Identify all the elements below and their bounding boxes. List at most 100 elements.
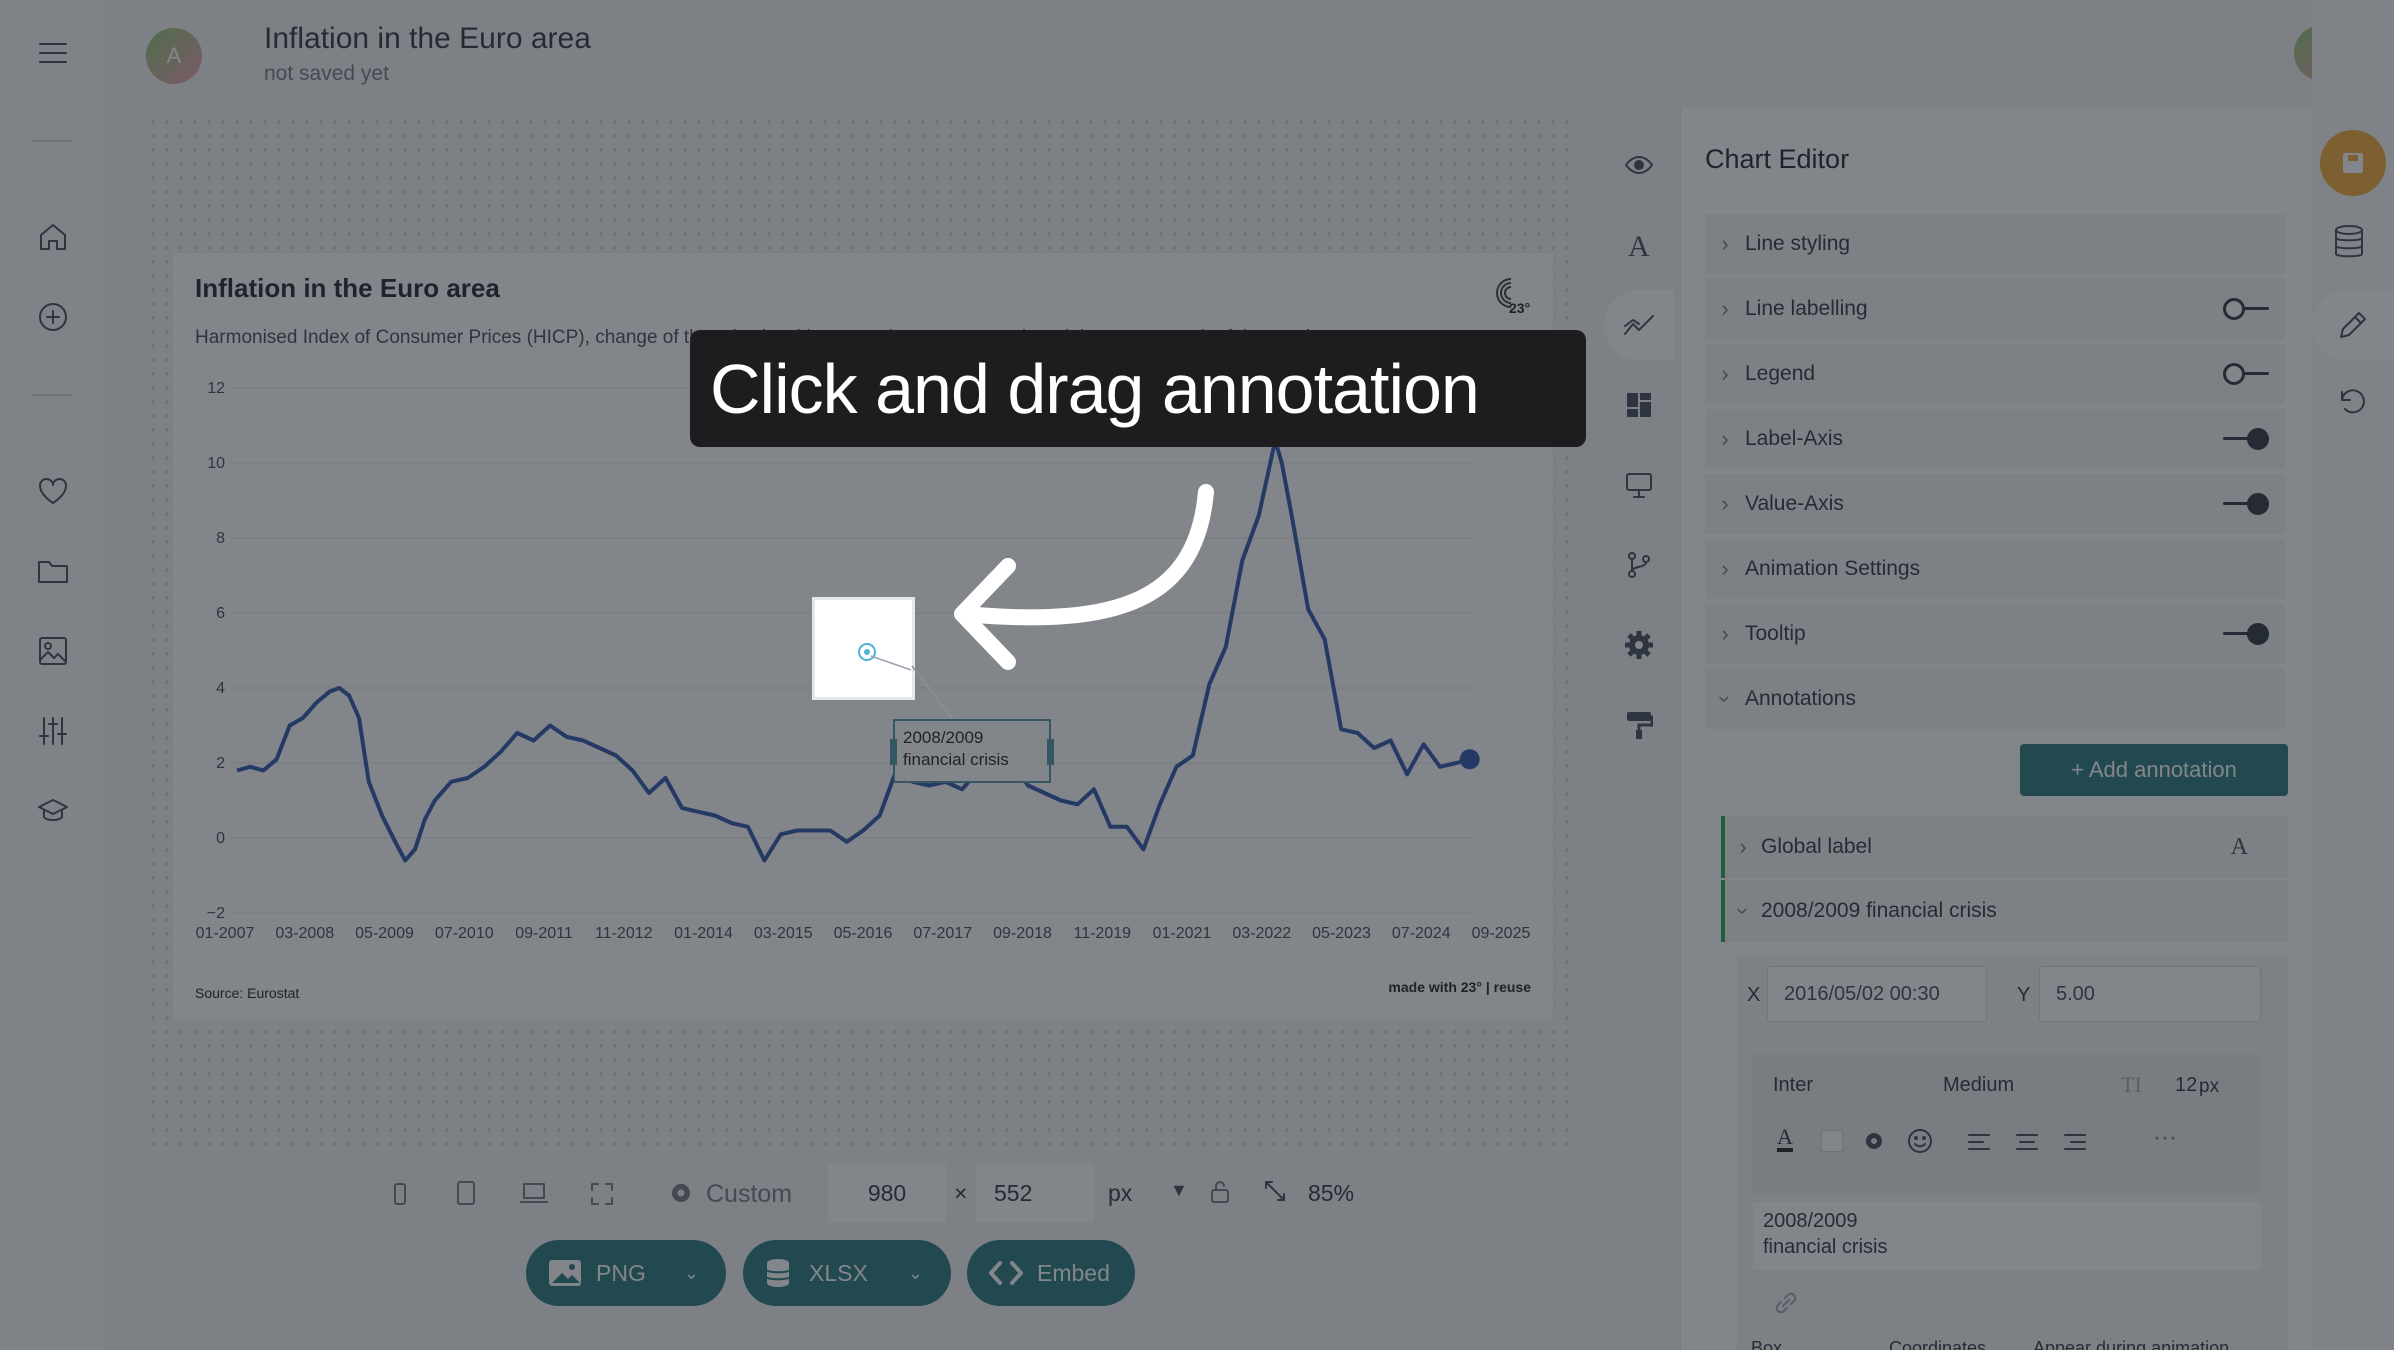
typography-icon[interactable]: A bbox=[1604, 210, 1674, 280]
annotation-item-row[interactable]: › 2008/2009 financial crisis bbox=[1721, 880, 2288, 942]
svg-text:A: A bbox=[1628, 231, 1650, 259]
chart-line-icon[interactable] bbox=[1604, 290, 1674, 360]
png-label: PNG bbox=[596, 1259, 646, 1286]
layout-icon[interactable] bbox=[1604, 370, 1674, 440]
tab-appear-during-animation[interactable]: Appear during animation bbox=[2033, 1338, 2229, 1350]
save-disk-icon bbox=[2343, 153, 2363, 173]
tablet-size-icon[interactable] bbox=[456, 1180, 476, 1211]
chart-source: Source: Eurostat bbox=[195, 985, 300, 1001]
unlock-icon[interactable] bbox=[1210, 1180, 1230, 1209]
menu-icon[interactable] bbox=[28, 28, 78, 78]
settings-gear-icon[interactable] bbox=[1863, 1130, 1885, 1157]
editor-section-annotations[interactable]: › Annotations bbox=[1705, 669, 2285, 731]
chevron-down-icon[interactable]: ⌄ bbox=[684, 1263, 699, 1284]
folder-icon[interactable] bbox=[28, 546, 78, 596]
heart-icon[interactable] bbox=[28, 466, 78, 516]
typography-small-icon[interactable]: A bbox=[2231, 834, 2248, 861]
chevron-down-icon[interactable]: ⌄ bbox=[908, 1263, 923, 1284]
annotation-line-1: 2008/2009 bbox=[903, 728, 984, 747]
xlsx-export-button[interactable]: XLSX ⌄ bbox=[743, 1240, 951, 1306]
editor-section-animation-settings[interactable]: › Animation Settings bbox=[1705, 539, 2285, 601]
annotation-resize-handle-left[interactable] bbox=[890, 739, 897, 765]
sliders-icon[interactable] bbox=[28, 706, 78, 756]
database-icon bbox=[766, 1259, 790, 1287]
fit-zoom-icon[interactable] bbox=[1264, 1180, 1286, 1207]
more-options-icon[interactable]: ··· bbox=[2153, 1124, 2177, 1152]
preset-select[interactable]: Custom bbox=[706, 1180, 792, 1209]
pencil-edit-icon[interactable] bbox=[2312, 290, 2394, 360]
unit-select[interactable]: px bbox=[1108, 1180, 1132, 1207]
home-icon[interactable] bbox=[28, 212, 78, 262]
settings-gear-icon[interactable] bbox=[1604, 610, 1674, 680]
zoom-level[interactable]: 85% bbox=[1308, 1180, 1354, 1207]
y-tick-label: 6 bbox=[216, 605, 225, 622]
chevron-down-icon[interactable]: ▼ bbox=[1170, 1180, 1188, 1201]
height-input[interactable]: 552 bbox=[976, 1164, 1094, 1222]
embed-label: Embed bbox=[1037, 1259, 1110, 1286]
x-tick-label: 01-2021 bbox=[1153, 925, 1212, 942]
chevron-right-icon: › bbox=[1721, 426, 1729, 451]
chart-editor-panel: Chart Editor › Line styling › Line labellin… bbox=[1680, 108, 2312, 1350]
font-weight-select[interactable]: Medium bbox=[1943, 1074, 2014, 1097]
preview-eye-icon[interactable] bbox=[1604, 130, 1674, 200]
image-icon[interactable] bbox=[28, 626, 78, 676]
fullscreen-icon[interactable] bbox=[590, 1182, 614, 1211]
x-tick-label: 01-2014 bbox=[674, 925, 733, 942]
png-export-button[interactable]: PNG ⌄ bbox=[526, 1240, 726, 1306]
embed-button[interactable]: Embed bbox=[967, 1240, 1135, 1306]
width-input[interactable]: 980 bbox=[828, 1164, 946, 1222]
chevron-down-icon: › bbox=[1731, 907, 1756, 915]
project-avatar[interactable]: A bbox=[146, 28, 202, 84]
editor-section-line-styling[interactable]: › Line styling bbox=[1705, 214, 2285, 276]
background-color-swatch[interactable] bbox=[1821, 1130, 1843, 1152]
graduation-cap-icon[interactable] bbox=[28, 786, 78, 836]
section-toggle[interactable] bbox=[2223, 298, 2269, 320]
annotation-label-box[interactable]: 2008/2009 financial crisis bbox=[890, 719, 1054, 783]
font-size-input[interactable]: 12 bbox=[2175, 1074, 2197, 1097]
x-coordinate-input[interactable]: 2016/05/02 00:30 bbox=[1767, 966, 1987, 1022]
chart-credit[interactable]: made with 23° | reuse bbox=[1388, 979, 1531, 995]
y-coordinate-input[interactable]: 5.00 bbox=[2039, 966, 2261, 1022]
editor-section-tooltip[interactable]: › Tooltip bbox=[1705, 604, 2285, 666]
laptop-size-icon[interactable] bbox=[520, 1182, 548, 1209]
tab-box[interactable]: Box bbox=[1751, 1338, 1782, 1350]
align-right-icon[interactable] bbox=[2063, 1132, 2087, 1157]
annotation-resize-handle-right[interactable] bbox=[1047, 739, 1054, 765]
mobile-size-icon[interactable] bbox=[393, 1182, 407, 1211]
section-label: Tooltip bbox=[1745, 622, 1806, 645]
section-toggle[interactable] bbox=[2223, 493, 2269, 515]
undo-icon[interactable] bbox=[2336, 388, 2366, 423]
font-family-select[interactable]: Inter bbox=[1773, 1074, 1813, 1097]
editor-section-label-axis[interactable]: › Label-Axis bbox=[1705, 409, 2285, 471]
settings-gear-icon[interactable] bbox=[668, 1180, 694, 1211]
page-title[interactable]: Inflation in the Euro area bbox=[264, 22, 591, 56]
global-label-row[interactable]: › Global label A bbox=[1721, 816, 2288, 878]
save-button[interactable] bbox=[2320, 130, 2386, 196]
x-tick-label: 01-2007 bbox=[196, 925, 255, 942]
device-icon[interactable] bbox=[1604, 450, 1674, 520]
annotation-text-input[interactable]: 2008/2009 financial crisis bbox=[1753, 1202, 2261, 1270]
text-color-icon[interactable]: A bbox=[1777, 1126, 1793, 1152]
section-toggle[interactable] bbox=[2223, 428, 2269, 450]
tab-coordinates[interactable]: Coordinates bbox=[1889, 1338, 1986, 1350]
section-toggle[interactable] bbox=[2223, 623, 2269, 645]
add-circle-icon[interactable] bbox=[28, 292, 78, 342]
align-center-icon[interactable] bbox=[2015, 1132, 2039, 1157]
database-icon[interactable] bbox=[2332, 224, 2366, 265]
editor-section-value-axis[interactable]: › Value-Axis bbox=[1705, 474, 2285, 536]
add-annotation-button[interactable]: + Add annotation bbox=[2020, 744, 2288, 796]
branch-icon[interactable] bbox=[1604, 530, 1674, 600]
section-label: Annotations bbox=[1745, 687, 1856, 710]
tutorial-message: Click and drag annotation bbox=[690, 330, 1586, 447]
x-tick-label: 07-2010 bbox=[435, 925, 494, 942]
paint-roller-icon[interactable] bbox=[1604, 690, 1674, 760]
emoji-icon[interactable] bbox=[1907, 1128, 1933, 1159]
y-tick-label: 10 bbox=[207, 455, 225, 472]
editor-section-legend[interactable]: › Legend bbox=[1705, 344, 2285, 406]
link-icon[interactable] bbox=[1773, 1292, 1799, 1319]
align-left-icon[interactable] bbox=[1967, 1132, 1991, 1157]
section-toggle[interactable] bbox=[2223, 363, 2269, 385]
editor-section-line-labelling[interactable]: › Line labelling bbox=[1705, 279, 2285, 341]
chevron-right-icon: › bbox=[1721, 621, 1729, 646]
save-status: not saved yet bbox=[264, 62, 389, 85]
